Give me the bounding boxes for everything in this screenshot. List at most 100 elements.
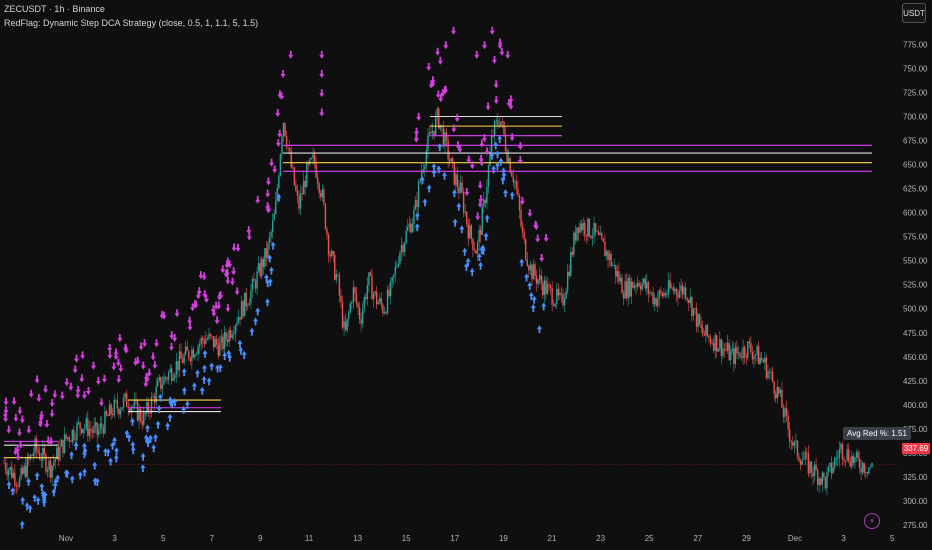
buy-signal-marker (459, 225, 465, 234)
candle-body (189, 358, 192, 362)
buy-signal-marker (181, 405, 187, 414)
candle-body (371, 275, 373, 300)
buy-signal-marker (222, 351, 228, 360)
candle-body (107, 415, 109, 417)
candle-body (444, 132, 446, 147)
price-chart[interactable]: 775.00 750.00 725.00 700.00 675.00 650.00 625.… (0, 0, 932, 550)
candle-body (313, 154, 316, 163)
candle-body (231, 334, 233, 338)
candle-body (358, 307, 361, 320)
candle-body (580, 223, 583, 231)
candle-body (666, 293, 668, 296)
candle-body (784, 408, 786, 417)
candle-body (298, 195, 300, 209)
candle-body (357, 303, 359, 308)
candle-body (686, 298, 688, 301)
candle-body (764, 357, 766, 363)
candle-body (152, 396, 154, 397)
candle-body (121, 407, 123, 410)
candle-body (382, 304, 384, 314)
candle-body (709, 337, 712, 344)
candle-body (680, 285, 682, 291)
candle-body (532, 264, 535, 280)
candle-body (667, 280, 670, 294)
y-axis-label: 750.00 (903, 64, 928, 73)
buy-signal-marker (253, 317, 259, 326)
candle-body (448, 159, 451, 162)
sell-signal-marker (36, 394, 42, 403)
x-axis-label: 23 (596, 534, 605, 543)
candle-body (34, 438, 36, 454)
candle-body (73, 429, 75, 440)
candle-body (545, 280, 547, 295)
candle-body (483, 199, 485, 207)
candle-body (720, 339, 723, 357)
candle-body (62, 439, 64, 453)
y-axis-label: 425.00 (903, 377, 928, 386)
candle-body (124, 393, 126, 398)
candle-body (725, 349, 727, 351)
candle-body (792, 442, 794, 446)
candle-body (200, 337, 202, 344)
buy-signal-marker (165, 422, 171, 431)
sell-signal-marker (150, 352, 156, 361)
candle-body (787, 415, 789, 430)
candle-body (157, 380, 159, 387)
candle-body (740, 357, 743, 359)
sell-signal-marker (17, 406, 23, 415)
candle-body (242, 301, 244, 317)
candle-body (287, 147, 289, 149)
candle-body (598, 231, 600, 236)
candle-body (115, 399, 117, 401)
candle-body (840, 444, 842, 450)
candle-body (282, 122, 285, 137)
candle-body (495, 120, 497, 122)
avg-red-label: Avg Red %: 1.51 (843, 427, 911, 440)
candle-body (658, 290, 660, 300)
flash-icon[interactable]: ⚡ (864, 513, 880, 529)
candle-body (683, 287, 685, 295)
candle-body (810, 461, 813, 473)
candle-body (615, 264, 617, 277)
candle-body (781, 389, 783, 408)
candle-body (655, 298, 657, 307)
buy-signal-marker (73, 442, 79, 451)
candle-body (45, 454, 47, 472)
candle-body (174, 374, 176, 379)
x-axis-label: 7 (210, 534, 215, 543)
x-axis-label: 21 (548, 534, 557, 543)
candle-body (835, 458, 837, 460)
candle-body (611, 265, 614, 267)
candle-body (49, 460, 52, 478)
candle-body (670, 287, 673, 289)
candle-body (85, 418, 87, 428)
candle-body (526, 259, 528, 266)
candle-body (664, 293, 667, 296)
currency-button[interactable]: USDT (902, 3, 926, 23)
candle-body (74, 439, 77, 441)
sell-signal-marker (489, 26, 495, 35)
candle-body (590, 236, 592, 238)
candle-body (652, 292, 654, 305)
candle-body (501, 121, 504, 123)
candle-body (736, 347, 738, 354)
candle-body (688, 300, 690, 304)
candle-body (552, 304, 555, 307)
candle-body (535, 275, 538, 284)
candle-body (169, 368, 171, 373)
sell-signal-marker (225, 304, 231, 313)
candle-body (587, 218, 589, 237)
candle-body (503, 121, 505, 135)
x-axis-label: 3 (841, 534, 846, 543)
sell-signal-marker (492, 55, 498, 64)
candle-body (433, 130, 435, 136)
candle-body (549, 285, 552, 289)
candle-body (184, 346, 187, 355)
candle-body (523, 232, 525, 240)
candle-body (239, 316, 241, 320)
candle-body (677, 294, 679, 298)
candle-body (512, 176, 515, 183)
buy-signal-marker (191, 382, 197, 391)
candle-body (321, 189, 324, 198)
candle-body (430, 132, 432, 134)
